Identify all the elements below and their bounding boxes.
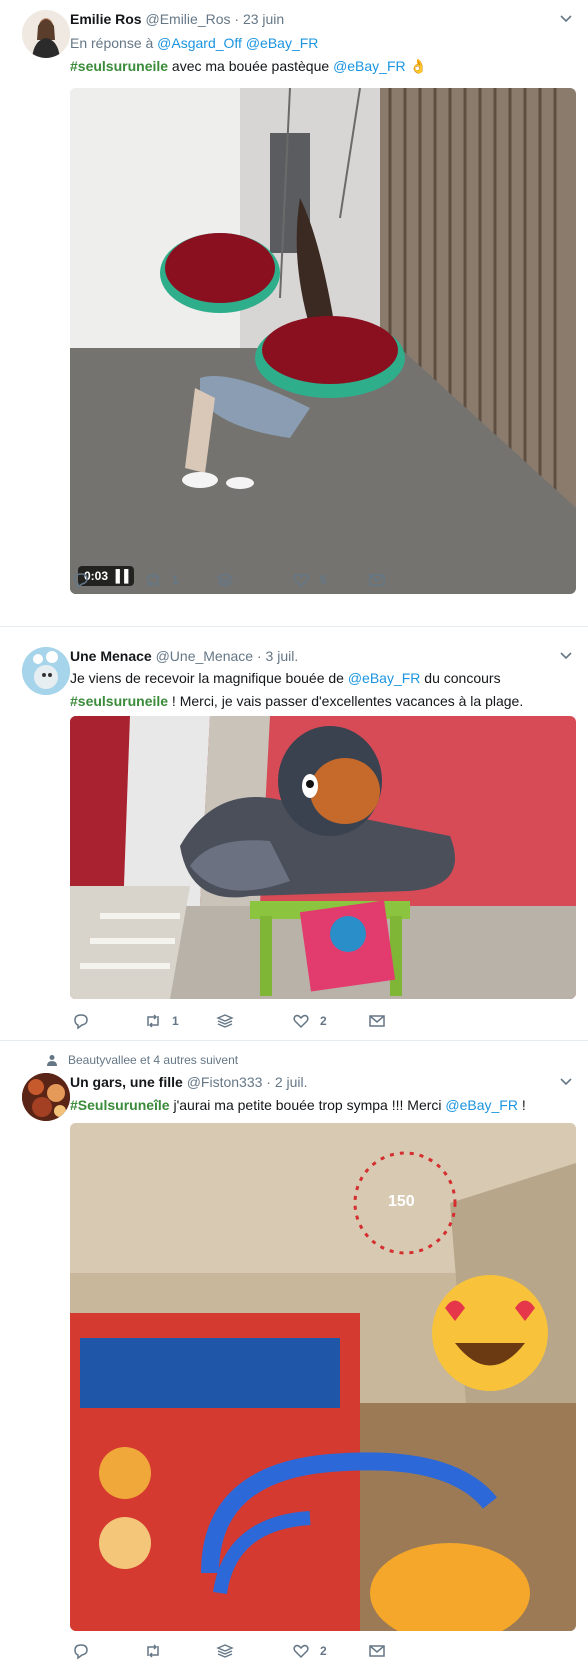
retweet-count: 1 — [172, 573, 179, 587]
tweet-video[interactable]: 0:03 ▐▐ — [70, 88, 576, 594]
display-name[interactable]: Emilie Ros — [70, 11, 142, 27]
photo — [70, 1123, 576, 1631]
like-count: 5 — [320, 573, 327, 587]
like-icon — [293, 573, 309, 588]
video-thumbnail — [70, 88, 576, 594]
dm-icon — [369, 1015, 385, 1027]
hashtag[interactable]: #seulsuruneile — [70, 693, 168, 709]
reply-icon — [74, 1644, 88, 1660]
hashtag[interactable]: #seulsuruneile — [70, 58, 168, 74]
like-button[interactable]: 2 — [292, 1641, 327, 1661]
user-handle[interactable]: @Fiston333 — [187, 1074, 263, 1090]
dm-icon — [369, 1645, 385, 1657]
reply-handles[interactable]: @Asgard_Off @eBay_FR — [157, 35, 318, 51]
reply-icon — [74, 1014, 88, 1030]
display-name[interactable]: Une Menace — [70, 648, 152, 664]
person-icon — [47, 1055, 57, 1066]
user-handle[interactable]: @Une_Menace — [156, 648, 254, 664]
tweet-photo[interactable]: 150 — [70, 1123, 576, 1631]
chevron-down-icon[interactable] — [558, 10, 574, 26]
text-segment: du concours — [420, 670, 501, 686]
reply-button[interactable] — [72, 570, 100, 590]
like-button[interactable]: 5 — [292, 570, 327, 590]
like-count: 2 — [320, 1644, 327, 1658]
reply-prefix: En réponse à — [70, 35, 158, 51]
tweet-header: Un gars, une fille @Fiston333 · 2 juil. — [70, 1073, 308, 1091]
sticker-text: 150 — [388, 1193, 415, 1210]
dm-button[interactable] — [368, 1011, 386, 1031]
tweet-photo[interactable] — [70, 716, 576, 999]
user-handle[interactable]: @Emilie_Ros — [145, 11, 230, 27]
stack-icon — [216, 573, 234, 587]
tweet-text: #seulsuruneile avec ma bouée pastèque @e… — [70, 55, 570, 78]
tweet-date[interactable]: · 23 juin — [234, 11, 284, 27]
retweet-count: 1 — [172, 1014, 179, 1028]
tweet-text: #Seulsuruneîle j'aurai ma petite bouée t… — [70, 1094, 570, 1117]
hashtag[interactable]: #Seulsuruneîle — [70, 1097, 170, 1113]
like-count: 2 — [320, 1014, 327, 1028]
tweet-1[interactable]: Emilie Ros @Emilie_Ros · 23 juin En répo… — [0, 0, 588, 600]
avatar[interactable] — [22, 1073, 70, 1121]
retweet-button[interactable]: 1 — [144, 570, 179, 590]
tweet-header: Emilie Ros @Emilie_Ros · 23 juin — [70, 10, 284, 28]
tweet-header: Une Menace @Une_Menace · 3 juil. — [70, 647, 298, 665]
retweet-icon — [147, 573, 159, 587]
stack-icon — [216, 1014, 234, 1028]
tweet-3[interactable]: Beautyvallee et 4 autres suivent Un gars… — [0, 1041, 588, 1672]
mention[interactable]: @eBay_FR — [333, 58, 406, 74]
dm-button[interactable] — [368, 1641, 386, 1661]
reply-button[interactable] — [72, 1011, 100, 1031]
stack-button[interactable] — [216, 570, 234, 590]
dm-icon — [369, 574, 385, 586]
reply-context: En réponse à @Asgard_Off @eBay_FR — [70, 32, 570, 55]
like-icon — [293, 1644, 309, 1659]
like-button[interactable]: 2 — [292, 1011, 327, 1031]
stack-button[interactable] — [216, 1011, 234, 1031]
text-segment: Je viens de recevoir la magnifique bouée… — [70, 670, 348, 686]
tweet-date[interactable]: · 3 juil. — [257, 648, 298, 664]
display-name[interactable]: Un gars, une fille — [70, 1074, 183, 1090]
ok-hand-emoji: 👌 — [409, 58, 427, 74]
like-icon — [293, 1014, 309, 1029]
text-segment: avec ma bouée pastèque — [168, 58, 334, 74]
tweet-actions: 2 — [72, 1641, 392, 1661]
text-segment: ! Merci, je vais passer d'excellentes va… — [168, 693, 524, 709]
reply-icon — [74, 573, 88, 589]
social-context-text: Beautyvallee et 4 autres suivent — [68, 1053, 239, 1067]
retweet-button[interactable] — [144, 1641, 172, 1661]
chevron-down-icon[interactable] — [558, 1073, 574, 1089]
retweet-button[interactable]: 1 — [144, 1011, 179, 1031]
stack-icon — [216, 1644, 234, 1658]
tweet-actions: 1 5 — [72, 570, 392, 590]
mention[interactable]: @eBay_FR — [348, 670, 421, 686]
chevron-down-icon[interactable] — [558, 647, 574, 663]
tweet-text: Je viens de recevoir la magnifique bouée… — [70, 667, 570, 713]
retweet-icon — [147, 1644, 159, 1658]
stack-button[interactable] — [216, 1641, 234, 1661]
reply-button[interactable] — [72, 1641, 100, 1661]
dm-button[interactable] — [368, 570, 386, 590]
tweet-date[interactable]: · 2 juil. — [266, 1074, 307, 1090]
avatar[interactable] — [22, 10, 70, 58]
photo — [70, 716, 576, 999]
tweet-2[interactable]: Une Menace @Une_Menace · 3 juil. Je vien… — [0, 627, 588, 1037]
text-segment: ! — [517, 1097, 526, 1113]
tweet-actions: 1 2 — [72, 1011, 392, 1031]
retweet-icon — [147, 1014, 159, 1028]
text-segment: j'aurai ma petite bouée trop sympa !!! M… — [169, 1097, 446, 1113]
avatar[interactable] — [22, 647, 70, 695]
social-context[interactable]: Beautyvallee et 4 autres suivent — [46, 1053, 238, 1067]
mention[interactable]: @eBay_FR — [445, 1097, 518, 1113]
